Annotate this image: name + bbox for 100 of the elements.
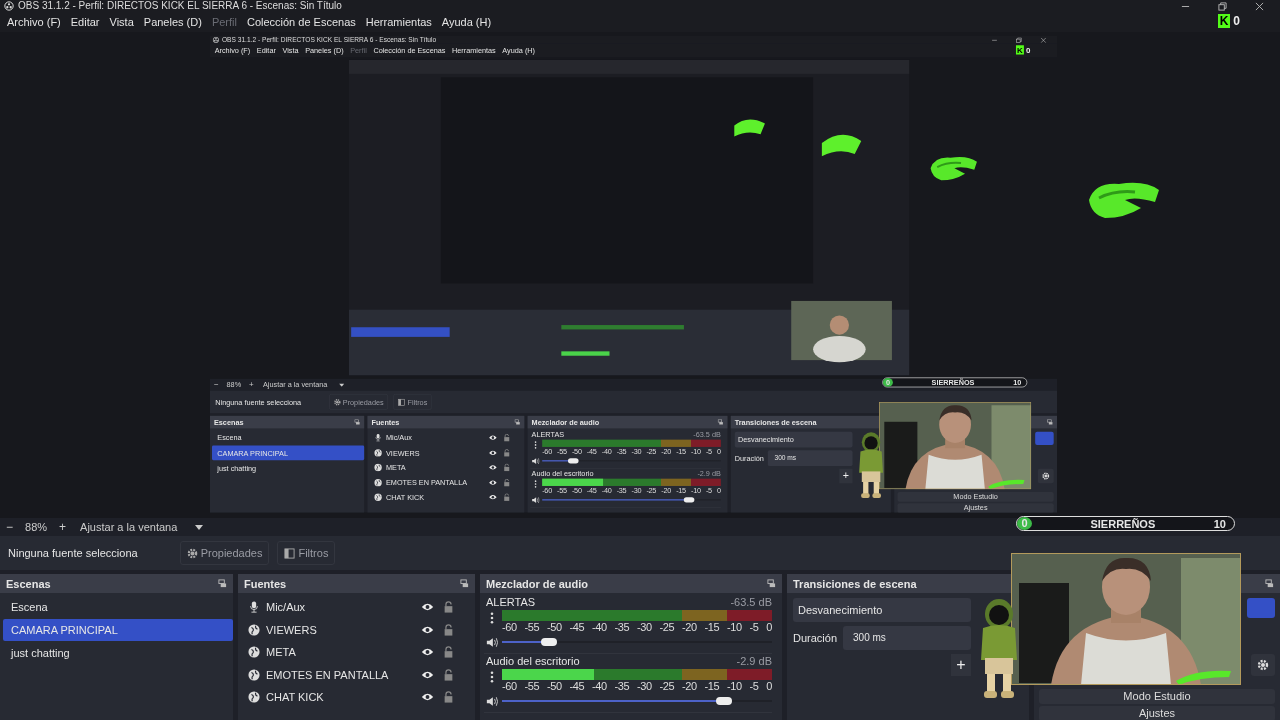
globe-icon: [248, 623, 260, 636]
volume-slider[interactable]: [542, 497, 721, 503]
obs-logo-icon: [4, 1, 14, 11]
scale-label: -40: [592, 680, 607, 693]
eye-icon[interactable]: [488, 434, 498, 442]
microphone-icon: [248, 601, 260, 614]
eye-icon[interactable]: [421, 669, 434, 680]
obs-logo-icon: [212, 36, 220, 44]
menu-item[interactable]: Paneles (D): [138, 14, 207, 30]
zoom-level: 88%: [25, 521, 48, 533]
gear-icon: [1041, 472, 1050, 480]
lock-icon[interactable]: [444, 646, 453, 659]
speaker-icon[interactable]: [486, 695, 498, 707]
undock-icon[interactable]: [717, 419, 724, 426]
menu-item[interactable]: Editar: [65, 14, 105, 30]
toolbar-button[interactable]: Filtros: [277, 541, 336, 565]
scene-item[interactable]: CAMARA PRINCIPAL: [3, 619, 233, 641]
eye-icon[interactable]: [488, 479, 498, 486]
source-item[interactable]: Mic/Aux: [266, 601, 415, 614]
viewer-count: 0: [1233, 14, 1240, 28]
scene-item[interactable]: Escena: [3, 596, 233, 618]
close-icon[interactable]: [1255, 1, 1264, 11]
lock-icon[interactable]: [444, 691, 453, 704]
scale-label: -50: [547, 621, 562, 634]
window-title: OBS 31.1.2 - Perfil: DIRECTOS KICK EL SIERRA 6 - Escenas: Sin Título: [18, 0, 342, 12]
scale-label: -15: [704, 621, 720, 634]
duration-field[interactable]: 300 ms: [843, 626, 971, 650]
scale-label: -60: [502, 621, 517, 634]
gear-icon: [1257, 659, 1269, 671]
settings-button[interactable]: [1037, 468, 1054, 484]
eye-icon[interactable]: [488, 464, 498, 471]
undock-icon[interactable]: [1047, 419, 1054, 426]
eye-icon[interactable]: [421, 692, 434, 703]
globe-icon: [248, 691, 260, 704]
scale-label: -5: [749, 680, 759, 693]
scene-item[interactable]: just chatting: [3, 642, 233, 664]
scale-label: -30: [637, 621, 652, 634]
channel-name: Audio del escritorio: [486, 654, 580, 667]
eye-icon[interactable]: [488, 449, 498, 457]
scale-label: -60: [502, 680, 517, 693]
source-item[interactable]: META: [266, 646, 415, 659]
scale-label: -40: [592, 621, 607, 634]
restore-icon[interactable]: [1218, 1, 1227, 11]
source-item[interactable]: VIEWERS: [266, 623, 415, 636]
undock-icon[interactable]: [218, 579, 227, 588]
transition-dropdown[interactable]: Desvanecimiento: [793, 598, 971, 622]
control-button[interactable]: Modo Estudio: [1039, 689, 1275, 704]
dock-title: Mezclador de audio: [486, 577, 589, 590]
toolbar-button[interactable]: Propiedades: [179, 541, 270, 565]
scale-label: -5: [749, 621, 759, 634]
add-button[interactable]: +: [839, 468, 853, 484]
menu-item[interactable]: Ayuda (H): [436, 14, 497, 30]
channel-reading: -63.5 dB: [730, 595, 772, 608]
eye-icon[interactable]: [488, 494, 498, 501]
scale-label: 0: [766, 621, 772, 634]
scale-label: -25: [659, 680, 675, 693]
goal-start: 0: [1017, 517, 1032, 530]
menu-item[interactable]: Vista: [104, 14, 139, 30]
undock-icon[interactable]: [354, 419, 361, 426]
eye-icon[interactable]: [421, 647, 434, 658]
lock-icon[interactable]: [444, 668, 453, 681]
speaker-icon[interactable]: [486, 636, 498, 648]
globe-icon: [374, 463, 383, 472]
source-item[interactable]: EMOTES EN PANTALLA: [266, 668, 415, 681]
undock-icon[interactable]: [767, 579, 776, 588]
undock-icon[interactable]: [514, 419, 521, 426]
duration-label: Duración: [793, 632, 838, 644]
scale-label: -35: [614, 680, 630, 693]
lock-icon[interactable]: [444, 623, 453, 636]
undock-icon[interactable]: [1265, 579, 1274, 588]
zoom-in-button[interactable]: +: [57, 520, 69, 534]
menu-item[interactable]: Herramientas: [360, 14, 437, 30]
lock-icon[interactable]: [444, 601, 453, 614]
scale-label: -55: [524, 680, 540, 693]
menu-item[interactable]: Archivo (F): [2, 14, 66, 30]
fit-dropdown[interactable]: Ajustar a la ventana: [78, 521, 206, 533]
caret-icon: [339, 383, 345, 387]
more-icon[interactable]: [490, 671, 494, 683]
scale-label: -45: [569, 621, 585, 634]
scale-label: -30: [637, 680, 652, 693]
eye-icon[interactable]: [421, 602, 434, 613]
volume-slider[interactable]: [542, 458, 721, 464]
figure-drawing: [856, 431, 886, 500]
undock-icon[interactable]: [460, 579, 469, 588]
settings-button[interactable]: [1251, 654, 1275, 676]
more-icon[interactable]: [534, 480, 537, 488]
eye-icon[interactable]: [421, 624, 434, 635]
scale-label: -35: [614, 621, 630, 634]
zoom-out-button[interactable]: −: [4, 520, 15, 534]
scale-label: -45: [569, 680, 585, 693]
control-button[interactable]: Ajustes: [1039, 706, 1275, 720]
scale-label: -10: [727, 621, 742, 634]
source-item[interactable]: CHAT KICK: [266, 691, 415, 704]
gear-icon: [333, 398, 341, 406]
globe-icon: [248, 646, 260, 659]
more-icon[interactable]: [534, 440, 537, 449]
more-icon[interactable]: [490, 612, 494, 624]
scale-label: -20: [682, 680, 697, 693]
add-button[interactable]: +: [951, 654, 971, 676]
menu-item[interactable]: Colección de Escenas: [241, 14, 361, 30]
